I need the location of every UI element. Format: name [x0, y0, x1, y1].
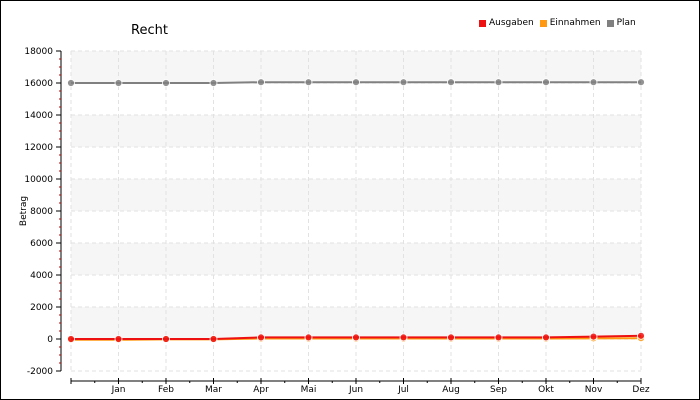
- x-tick-label: Sep: [490, 385, 507, 395]
- line-chart: -2000 0 2000 4000 6000 8000 10000 12000 14000 160…: [19, 47, 650, 395]
- data-point-ausgaben: [162, 335, 170, 343]
- data-point-plan: [399, 78, 408, 87]
- data-point-ausgaben: [589, 332, 598, 341]
- data-point-ausgaben: [399, 333, 408, 342]
- y-tick-label: 4000: [30, 271, 53, 281]
- y-tick-label: 8000: [30, 207, 53, 217]
- y-tick-label: 16000: [24, 79, 53, 89]
- x-tick-label: Jun: [348, 385, 363, 395]
- x-tick-label: Nov: [585, 385, 603, 395]
- data-point-plan: [352, 78, 360, 87]
- data-point-plan: [494, 78, 503, 87]
- y-tick-label: 2000: [30, 303, 53, 313]
- chart-frame: Recht Ausgaben Einnahmen Plan -2000 0 2000…: [0, 0, 700, 400]
- data-point-plan: [447, 78, 455, 87]
- data-point-ausgaben: [114, 335, 123, 343]
- data-point-plan: [67, 79, 75, 87]
- data-point-ausgaben: [209, 335, 218, 343]
- data-point-plan: [304, 78, 313, 87]
- data-point-plan: [209, 79, 218, 87]
- y-tick-label: 0: [47, 335, 53, 345]
- x-tick-label: Apr: [253, 385, 269, 395]
- x-tick-label: Jul: [397, 385, 409, 395]
- y-axis-label: Betrag: [19, 196, 29, 226]
- x-tick-label: Okt: [538, 385, 554, 395]
- x-tick-label: Feb: [158, 385, 174, 395]
- data-point-ausgaben: [67, 335, 75, 343]
- data-point-plan: [257, 78, 265, 87]
- data-point-ausgaben: [447, 333, 455, 342]
- y-tick-label: 10000: [24, 175, 53, 185]
- data-point-ausgaben: [257, 333, 265, 342]
- x-tick-label: Mai: [301, 385, 317, 395]
- y-tick-label: 18000: [24, 47, 53, 57]
- y-tick-label: -2000: [27, 367, 53, 377]
- data-point-plan: [162, 79, 170, 87]
- data-point-plan: [114, 79, 123, 87]
- data-point-ausgaben: [637, 331, 645, 340]
- data-point-ausgaben: [352, 333, 360, 342]
- x-tick-label: Dez: [632, 385, 649, 395]
- data-point-ausgaben: [494, 333, 503, 342]
- y-tick-label: 6000: [30, 239, 53, 249]
- data-point-ausgaben: [304, 333, 313, 342]
- data-point-plan: [542, 78, 550, 87]
- x-tick-label: Jan: [111, 385, 126, 395]
- x-tick-label: Mar: [205, 385, 222, 395]
- data-point-plan: [589, 78, 598, 87]
- data-point-ausgaben: [542, 333, 550, 342]
- x-tick-label: Aug: [442, 385, 460, 395]
- data-point-plan: [637, 78, 645, 87]
- y-tick-label: 14000: [24, 111, 53, 121]
- y-tick-label: 12000: [24, 143, 53, 153]
